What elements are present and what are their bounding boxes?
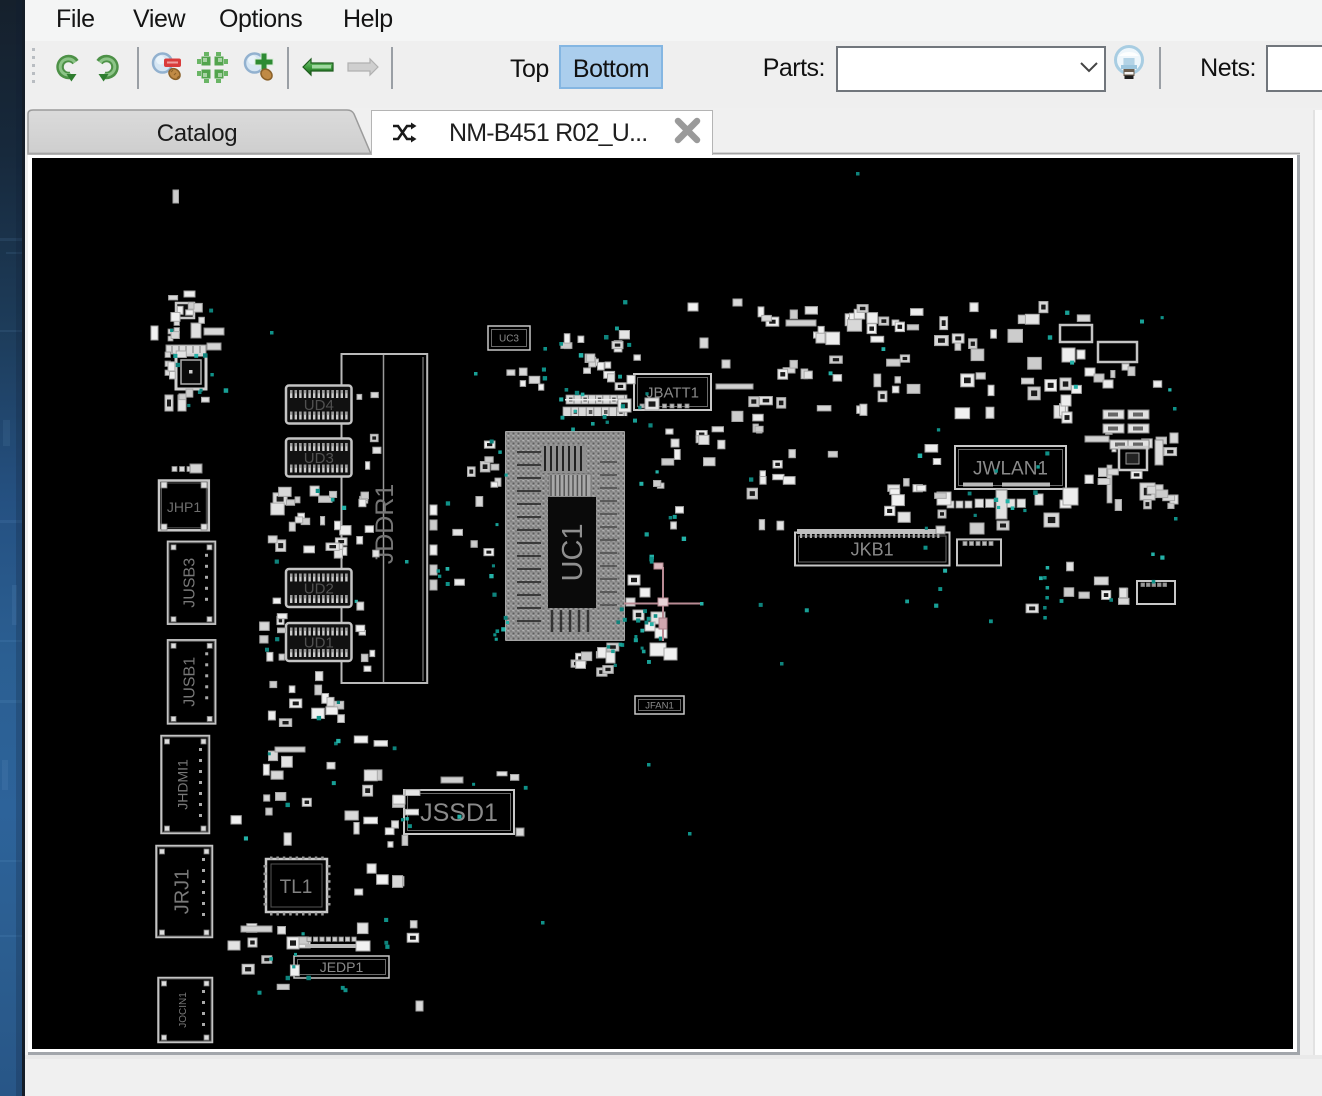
svg-text:JOCIN1: JOCIN1 <box>178 992 189 1028</box>
svg-text:JKB1: JKB1 <box>851 540 894 560</box>
svg-text:Parts:: Parts: <box>763 54 825 82</box>
svg-text:Catalog: Catalog <box>157 120 238 147</box>
svg-text:Nets:: Nets: <box>1200 54 1256 82</box>
svg-text:UC3: UC3 <box>499 334 519 345</box>
svg-text:UC1: UC1 <box>557 523 589 581</box>
svg-text:TL1: TL1 <box>280 877 313 898</box>
svg-text:UD4: UD4 <box>304 397 334 414</box>
svg-text:JFAN1: JFAN1 <box>645 700 674 711</box>
svg-text:JWLAN1: JWLAN1 <box>973 458 1048 479</box>
svg-text:UD1: UD1 <box>304 635 334 652</box>
svg-text:Top: Top <box>510 55 549 83</box>
svg-text:UD3: UD3 <box>304 450 334 467</box>
svg-text:JEDP1: JEDP1 <box>320 959 364 975</box>
svg-text:UD2: UD2 <box>304 581 334 598</box>
svg-text:Bottom: Bottom <box>573 55 649 83</box>
svg-text:JUSB1: JUSB1 <box>181 657 198 707</box>
svg-text:JUSB3: JUSB3 <box>181 558 198 608</box>
svg-text:JHP1: JHP1 <box>167 499 201 515</box>
svg-text:JRJ1: JRJ1 <box>171 869 193 915</box>
svg-text:JHDMI1: JHDMI1 <box>174 759 190 810</box>
svg-text:JSSD1: JSSD1 <box>420 799 498 827</box>
svg-text:NM-B451 R02_U...: NM-B451 R02_U... <box>449 119 647 147</box>
